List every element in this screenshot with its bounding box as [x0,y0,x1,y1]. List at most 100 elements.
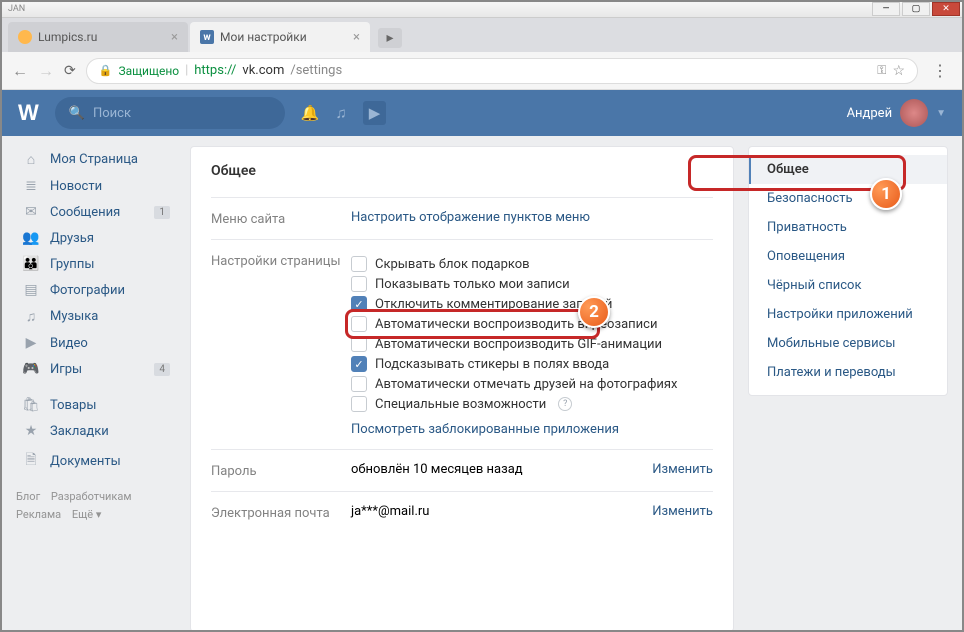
vk-logo[interactable]: W [18,100,39,126]
section-label: Настройки страницы [211,252,351,437]
settings-tab[interactable]: Платежи и переводы [749,358,947,387]
change-password-link[interactable]: Изменить [652,462,713,477]
checkbox-label: Подсказывать стикеры в полях ввода [375,357,609,372]
footer-link[interactable]: Разработчикам [51,490,132,503]
nav-icon: ✉ [22,204,40,220]
checkbox[interactable] [351,316,367,332]
sidebar-item[interactable]: ▶Видео [16,330,176,356]
nav-icon: ▶ [22,335,40,351]
checkbox[interactable] [351,376,367,392]
browser-toolbar: ← → ⟳ 🔒 Защищено | https://vk.com/settin… [0,52,964,90]
checkbox[interactable] [351,336,367,352]
sidebar-item[interactable]: 🛍Товары [16,392,176,418]
checkbox-row[interactable]: Специальные возможности? [351,396,713,412]
help-icon[interactable]: ? [558,397,572,411]
blocked-apps-link[interactable]: Посмотреть заблокированные приложения [351,422,619,437]
footer-link[interactable]: Блог [16,490,40,503]
checkbox[interactable] [351,256,367,272]
checkbox-row[interactable]: ✓ Подсказывать стикеры в полях ввода [351,356,713,372]
sidebar-item[interactable]: ▤Фотографии [16,277,176,303]
close-tab-icon[interactable]: × [353,30,360,45]
checkbox-row[interactable]: ✓Отключить комментирование записей [351,296,713,312]
checkbox-label: Автоматически воспроизводить GIF-анимаци… [375,337,662,352]
browser-tab-settings[interactable]: w Мои настройки × [190,22,370,52]
settings-panel: Общее Меню сайта Настроить отображение п… [190,146,734,632]
window-user: JAN [4,4,25,14]
minimize-button[interactable]: — [872,2,900,16]
sidebar-item[interactable]: 🎮Игры4 [16,356,176,382]
browser-menu-button[interactable]: ⋮ [928,61,952,80]
callout-badge-2: 2 [578,296,610,328]
nav-label: Сообщения [50,205,120,220]
sidebar-item[interactable]: ≣Новости [16,173,176,199]
checkbox-row[interactable]: Показывать только мои записи [351,276,713,292]
page-title: Общее [211,163,713,179]
checkbox[interactable]: ✓ [351,356,367,372]
new-tab-button[interactable]: ▸ [378,28,402,48]
maximize-button[interactable]: ▢ [902,2,930,16]
checkbox-label: Автоматически отмечать друзей на фотогра… [375,377,677,392]
browser-tab-lumpics[interactable]: Lumpics.ru × [8,22,188,52]
nav-icon: ♫ [22,308,40,325]
settings-tab[interactable]: Мобильные сервисы [749,329,947,358]
nav-label: Музыка [50,309,98,324]
checkbox-row[interactable]: Автоматически воспроизводить GIF-анимаци… [351,336,713,352]
configure-menu-link[interactable]: Настроить отображение пунктов меню [351,210,590,225]
settings-tab[interactable]: Настройки приложений [749,300,947,329]
checkbox-row[interactable]: Автоматически воспроизводить видеозаписи [351,316,713,332]
key-icon[interactable]: ⚿ [877,63,886,78]
nav-icon: 🎮 [22,361,40,377]
checkbox[interactable]: ✓ [351,296,367,312]
bookmark-icon[interactable]: ☆ [892,63,905,79]
close-button[interactable]: ✕ [932,2,960,16]
nav-label: Друзья [50,231,94,246]
checkbox-row[interactable]: Скрывать блок подарков [351,256,713,272]
content-area: ⌂Моя Страница≣Новости✉Сообщения1👥Друзья👪… [0,136,964,632]
back-button[interactable]: ← [12,61,28,81]
checkbox-label: Автоматически воспроизводить видеозаписи [375,317,657,332]
address-bar[interactable]: 🔒 Защищено | https://vk.com/settings ⚿ ☆ [86,58,918,84]
favicon-lumpics [18,30,32,44]
checkbox[interactable] [351,396,367,412]
section-page-settings: Настройки страницы Скрывать блок подарко… [211,239,713,449]
checkbox-label: Специальные возможности [375,397,546,412]
sidebar-item[interactable]: ✉ Сообщения 1 [16,199,176,225]
sidebar-item[interactable]: ⌂Моя Страница [16,146,176,173]
music-icon[interactable]: ♫ [335,104,346,122]
footer-link[interactable]: Ещё ▾ [72,508,102,521]
sidebar-item[interactable]: 🗎 Документы [16,444,176,478]
nav-label: Группы [50,257,94,272]
search-input[interactable]: 🔍 Поиск [55,97,285,129]
notifications-icon[interactable]: 🔔 [301,104,320,122]
user-menu[interactable]: Андрей ▼ [847,99,946,127]
password-value: обновлён 10 месяцев назад [351,462,523,477]
checkbox-row[interactable]: Автоматически отмечать друзей на фотогра… [351,376,713,392]
settings-tab[interactable]: Безопасность [749,184,947,213]
sidebar-item[interactable]: ★Закладки [16,418,176,444]
sidebar-item[interactable]: ♫ Музыка [16,303,176,330]
nav-icon: 🗎 [22,449,40,473]
search-placeholder: Поиск [93,106,131,121]
settings-tab[interactable]: Приватность [749,213,947,242]
url-scheme: https:// [194,63,236,78]
reload-button[interactable]: ⟳ [64,63,76,79]
footer-link[interactable]: Реклама [16,508,61,521]
change-email-link[interactable]: Изменить [652,504,713,519]
nav-label: Документы [50,454,121,469]
nav-icon: ▤ [22,282,40,298]
close-tab-icon[interactable]: × [171,30,178,45]
settings-tab[interactable]: Общее [749,155,947,184]
nav-icon: 👪 [22,256,40,272]
section-password: Пароль обновлён 10 месяцев назад Изменит… [211,449,713,491]
play-icon[interactable]: ▶ [363,101,387,125]
sidebar-item[interactable]: 👪 Группы [16,251,176,277]
nav-label: Товары [50,398,96,413]
nav-icon: ⌂ [22,151,40,168]
forward-button[interactable]: → [38,61,54,81]
checkbox[interactable] [351,276,367,292]
nav-badge: 1 [154,206,170,219]
settings-tab[interactable]: Чёрный список [749,271,947,300]
settings-tab[interactable]: Оповещения [749,242,947,271]
sidebar-item[interactable]: 👥Друзья [16,225,176,251]
secure-label: Защищено [118,64,179,78]
